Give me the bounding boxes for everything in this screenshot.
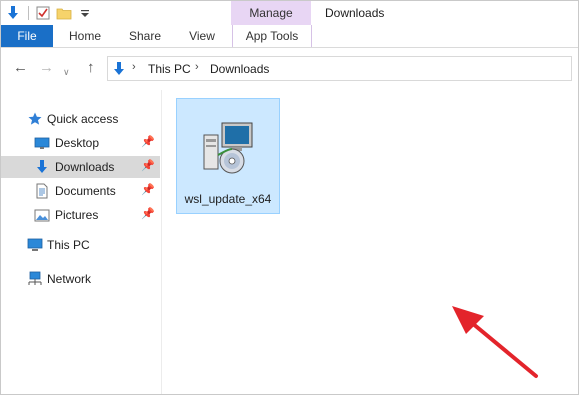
sidebar-item-label: Desktop xyxy=(55,136,100,150)
properties-icon[interactable] xyxy=(35,5,51,21)
new-folder-icon[interactable] xyxy=(56,5,72,21)
sidebar-item-pictures[interactable]: Pictures 📌 xyxy=(1,204,160,226)
sidebar-item-downloads[interactable]: Downloads 📌 xyxy=(1,156,160,178)
breadcrumb-this-pc[interactable]: This PC xyxy=(148,62,191,76)
customize-quick-access-icon[interactable] xyxy=(77,5,93,21)
sidebar-item-this-pc[interactable]: This PC xyxy=(1,234,160,256)
navigation-bar: ← → ∨ ↑ › This PC › Downloads xyxy=(1,48,578,90)
star-icon xyxy=(27,111,43,127)
sidebar-item-label: Pictures xyxy=(55,208,99,222)
installer-icon xyxy=(200,119,258,177)
navigation-pane: Quick access Desktop 📌 Downloads 📌 Docum… xyxy=(1,90,162,394)
tab-app-tools[interactable]: App Tools xyxy=(232,25,312,47)
file-item[interactable]: wsl_update_x64 xyxy=(176,98,280,214)
manage-context-group: Manage xyxy=(231,1,311,25)
downloads-location-icon xyxy=(112,61,126,77)
back-arrow-icon[interactable]: ← xyxy=(13,60,28,76)
sidebar-item-label: Documents xyxy=(55,184,116,198)
breadcrumb-chevron-icon[interactable]: › xyxy=(132,61,136,73)
pin-icon[interactable]: 📌 xyxy=(141,135,155,148)
up-arrow-icon[interactable]: ↑ xyxy=(87,60,95,76)
pin-icon[interactable]: 📌 xyxy=(141,207,155,220)
pictures-icon xyxy=(34,207,50,223)
tab-home[interactable]: Home xyxy=(59,25,111,47)
forward-arrow-icon[interactable]: → xyxy=(39,60,54,76)
down-arrow-icon[interactable] xyxy=(5,5,21,21)
computer-icon xyxy=(27,237,43,253)
sidebar-item-documents[interactable]: Documents 📌 xyxy=(1,180,160,202)
breadcrumb-chevron-icon[interactable]: › xyxy=(195,61,199,73)
window-title: Downloads xyxy=(325,6,385,20)
desktop-icon xyxy=(34,135,50,151)
pin-icon[interactable]: 📌 xyxy=(141,183,155,196)
toolbar-separator xyxy=(28,6,29,20)
pin-icon[interactable]: 📌 xyxy=(141,159,155,172)
sidebar-item-label: Downloads xyxy=(55,160,115,174)
sidebar-item-label: Network xyxy=(47,272,92,286)
tab-share[interactable]: Share xyxy=(119,25,171,47)
sidebar-item-quick-access[interactable]: Quick access xyxy=(1,108,160,130)
network-icon xyxy=(27,271,43,287)
ribbon-tabs: File Home Share View App Tools xyxy=(1,25,578,48)
file-name: wsl_update_x64 xyxy=(184,192,272,206)
file-list: wsl_update_x64 xyxy=(162,90,578,394)
explorer-window: Manage Downloads File Home Share View Ap… xyxy=(0,0,579,395)
downloads-icon xyxy=(34,159,50,175)
tab-file[interactable]: File xyxy=(1,25,53,47)
tab-view[interactable]: View xyxy=(177,25,227,47)
title-bar: Manage Downloads xyxy=(1,1,578,25)
sidebar-item-network[interactable]: Network xyxy=(1,268,160,290)
manage-label: Manage xyxy=(249,6,293,20)
sidebar-item-label: This PC xyxy=(47,238,90,252)
documents-icon xyxy=(34,183,50,199)
sidebar-item-desktop[interactable]: Desktop 📌 xyxy=(1,132,160,154)
address-bar[interactable]: › This PC › Downloads xyxy=(107,56,572,81)
breadcrumb-downloads[interactable]: Downloads xyxy=(210,62,269,76)
sidebar-item-label: Quick access xyxy=(47,112,119,126)
recent-locations-chevron-icon[interactable]: ∨ xyxy=(63,64,70,80)
annotation-arrow xyxy=(452,306,538,378)
